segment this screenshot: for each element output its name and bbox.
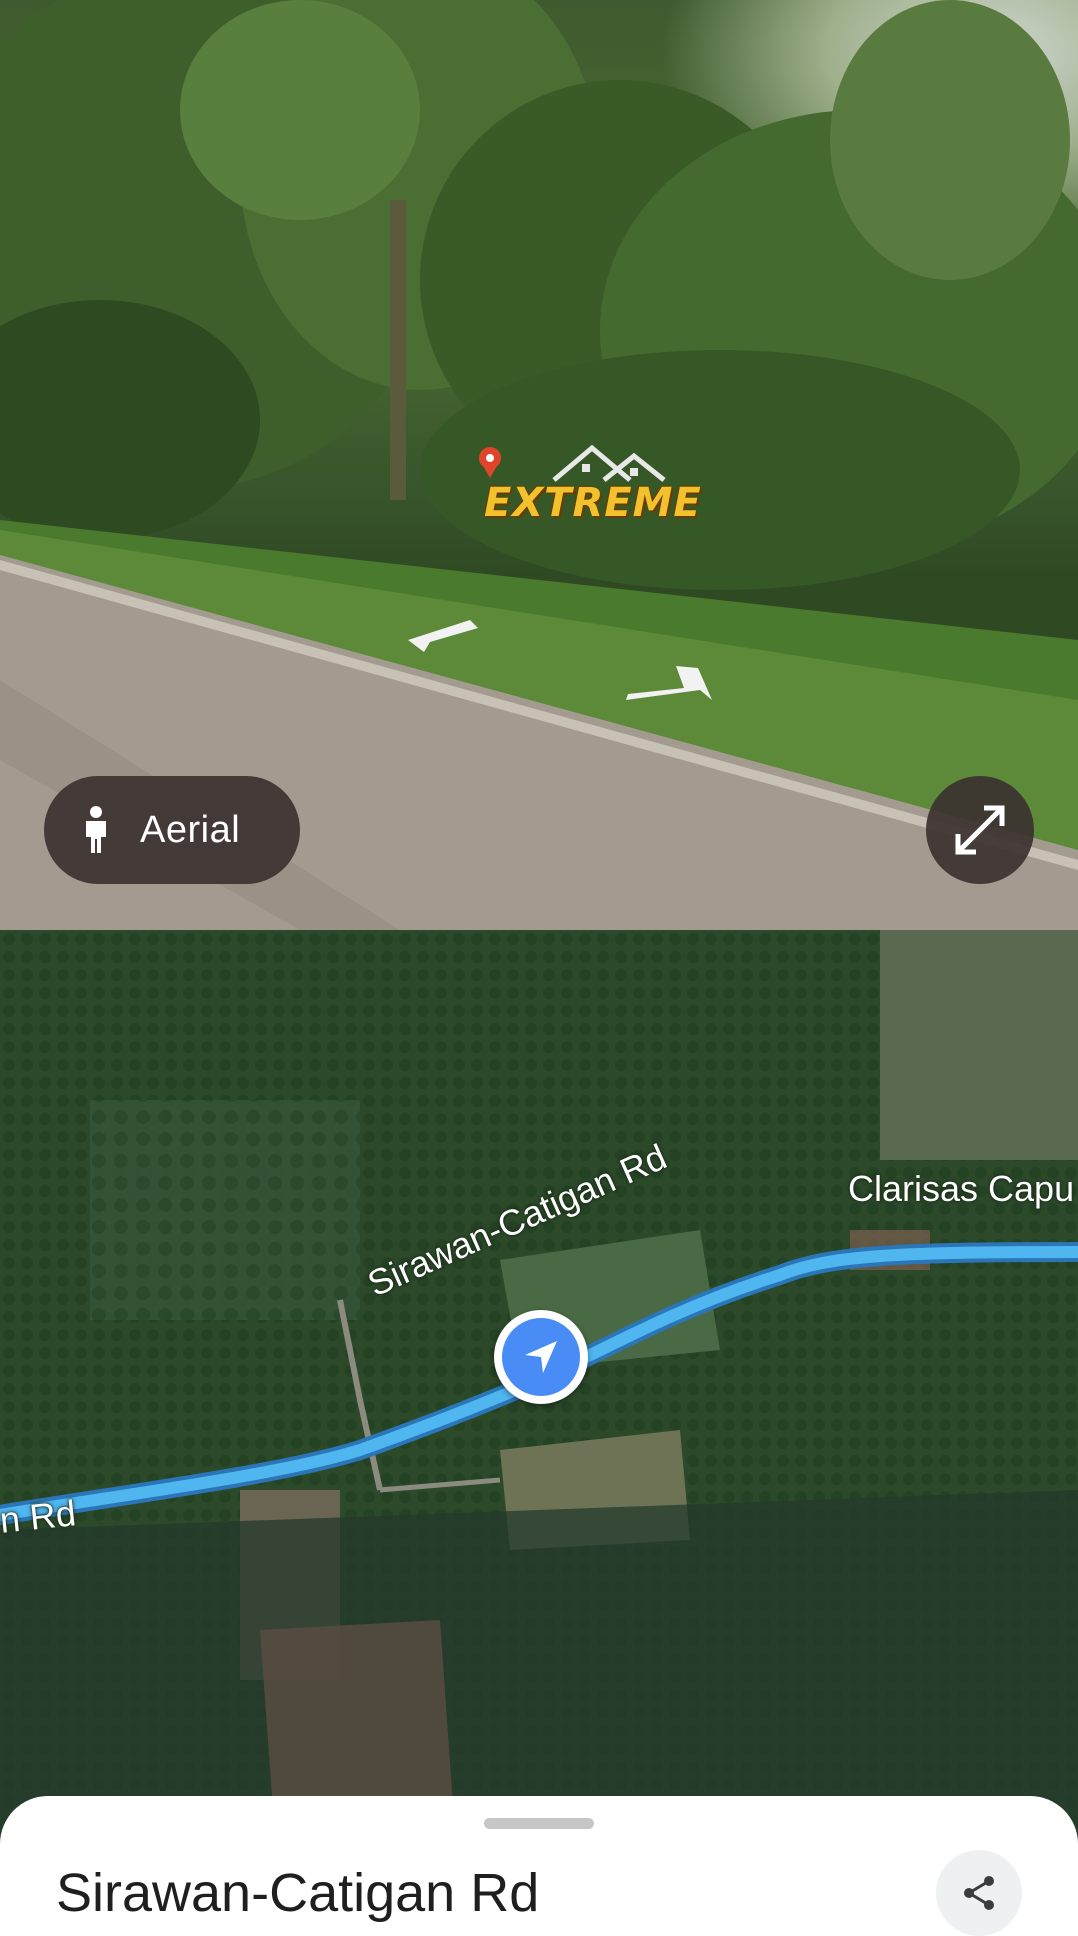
expand-button[interactable] — [926, 776, 1034, 884]
aerial-toggle-button[interactable]: Aerial — [44, 776, 300, 884]
aerial-label: Aerial — [140, 808, 241, 851]
satellite-map[interactable]: Sirawan-Catigan Rd n Rd Clarisas Capu — [0, 930, 1078, 1906]
road-label-left: n Rd — [0, 1492, 78, 1541]
share-button[interactable] — [936, 1850, 1022, 1936]
road-label-right: Clarisas Capu — [848, 1168, 1075, 1209]
satellite-terrain — [0, 930, 1078, 1906]
person-icon — [86, 806, 106, 853]
current-location-marker[interactable] — [494, 1310, 588, 1404]
watermark-text: EXTREME — [484, 480, 702, 526]
drag-handle[interactable] — [484, 1818, 594, 1829]
street-view-panel[interactable]: EXTREME Aerial — [0, 0, 1078, 930]
place-title: Sirawan-Catigan Rd — [56, 1863, 540, 1923]
expand-icon — [955, 805, 1005, 855]
navigation-arrow-icon — [525, 1341, 557, 1373]
bottom-sheet[interactable]: Sirawan-Catigan Rd — [0, 1796, 1078, 1936]
share-icon — [964, 1876, 994, 1910]
watermark-logo: EXTREME — [474, 440, 764, 530]
